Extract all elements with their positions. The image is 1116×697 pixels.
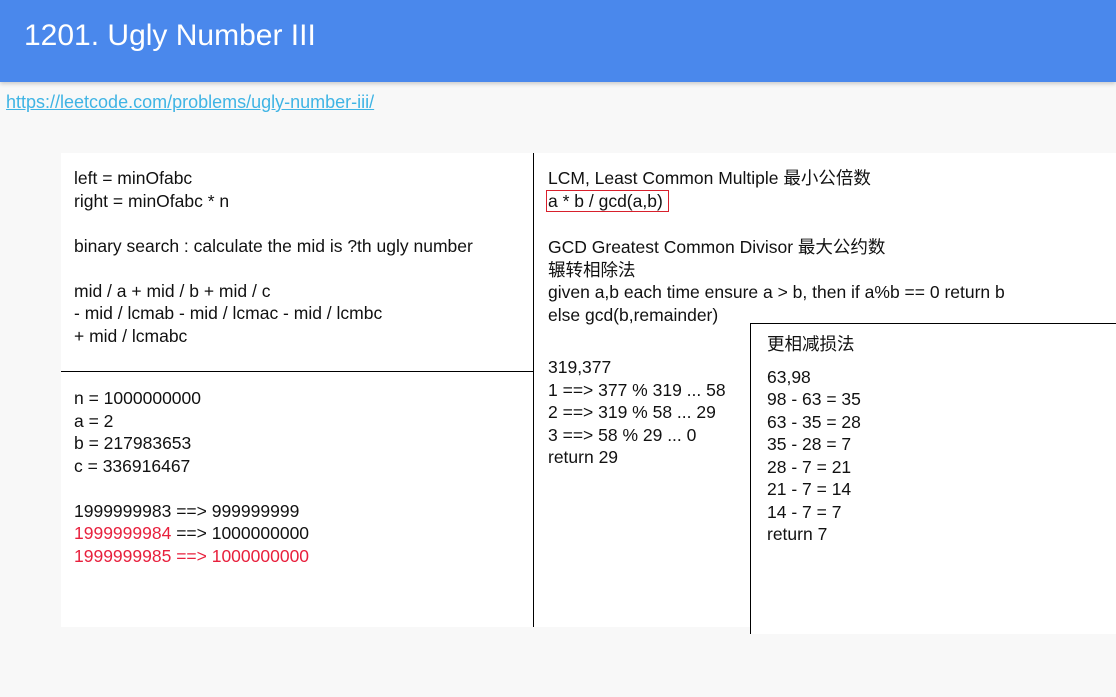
slide-canvas: left = minOfabc right = minOfabc * n bin… <box>61 153 1116 634</box>
example-line: 3 ==> 58 % 29 ... 0 <box>548 424 697 445</box>
example-line: 1 ==> 377 % 319 ... 58 <box>548 379 726 400</box>
gcd-method: 辗转相除法 <box>548 259 636 280</box>
horizontal-divider <box>61 371 533 372</box>
panel-line: 35 - 28 = 7 <box>767 434 852 454</box>
lcm-formula: a * b / gcd(a,b) <box>546 189 669 212</box>
result-line-highlight: 1999999984 ==> 1000000000 <box>74 522 309 545</box>
example-line: 319,377 <box>548 357 612 377</box>
panel-line: 14 - 7 = 7 <box>767 501 842 522</box>
problem-link[interactable]: https://leetcode.com/problems/ugly-numbe… <box>6 92 374 113</box>
note-line: + mid / lcmabc <box>74 325 188 346</box>
gcd-heading: GCD Greatest Common Divisor 最大公约数 <box>548 237 886 257</box>
binary-search-notes: left = minOfabc right = minOfabc * n bin… <box>74 167 473 347</box>
panel-line: return 7 <box>767 524 828 544</box>
panel-line: 21 - 7 = 14 <box>767 479 852 499</box>
value-line: n = 1000000000 <box>74 388 202 408</box>
lcm-formula-line: a * b / gcd(a,b) <box>546 189 1005 213</box>
page-title: 1201. Ugly Number III <box>24 19 316 52</box>
subtraction-method-panel: 更相减损法 63,98 98 - 63 = 35 63 - 35 = 28 35… <box>750 323 1116 634</box>
subtraction-method-content: 更相减损法 63,98 98 - 63 = 35 63 - 35 = 28 35… <box>767 333 861 546</box>
header-bar: 1201. Ugly Number III <box>0 0 1116 82</box>
lcm-heading: LCM, Least Common Multiple 最小公倍数 <box>548 168 871 188</box>
panel-line: 28 - 7 = 21 <box>767 456 852 477</box>
value-line: b = 217983653 <box>74 433 192 453</box>
note-line: mid / a + mid / b + mid / c <box>74 280 271 301</box>
panel-line: 63,98 <box>767 366 811 387</box>
highlighted-input: 1999999984 <box>74 523 172 543</box>
gcd-example: 319,377 1 ==> 377 % 319 ... 58 2 ==> 319… <box>548 356 726 469</box>
note-line: left = minOfabc <box>74 168 193 188</box>
value-line: c = 336916467 <box>74 455 191 476</box>
note-line: binary search : calculate the mid is ?th… <box>74 235 473 256</box>
result-line: 1999999983 ==> 999999999 <box>74 500 300 521</box>
result-output: ==> 1000000000 <box>171 523 310 543</box>
example-line: return 29 <box>548 447 619 467</box>
value-line: a = 2 <box>74 410 114 431</box>
example-line: 2 ==> 319 % 58 ... 29 <box>548 402 716 422</box>
lcm-gcd-notes: LCM, Least Common Multiple 最小公倍数 a * b /… <box>546 167 1005 326</box>
note-line: - mid / lcmab - mid / lcmac - mid / lcmb… <box>74 303 383 323</box>
example-values: n = 1000000000 a = 2 b = 217983653 c = 3… <box>74 387 309 567</box>
result-line-red: 1999999985 ==> 1000000000 <box>74 545 310 566</box>
panel-line: 63 - 35 = 28 <box>767 411 861 432</box>
gcd-rule: given a,b each time ensure a > b, then i… <box>548 282 1005 302</box>
vertical-divider <box>533 153 534 627</box>
note-line: right = minOfabc * n <box>74 190 230 211</box>
panel-line: 98 - 63 = 35 <box>767 389 861 409</box>
panel-title: 更相减损法 <box>767 334 855 354</box>
